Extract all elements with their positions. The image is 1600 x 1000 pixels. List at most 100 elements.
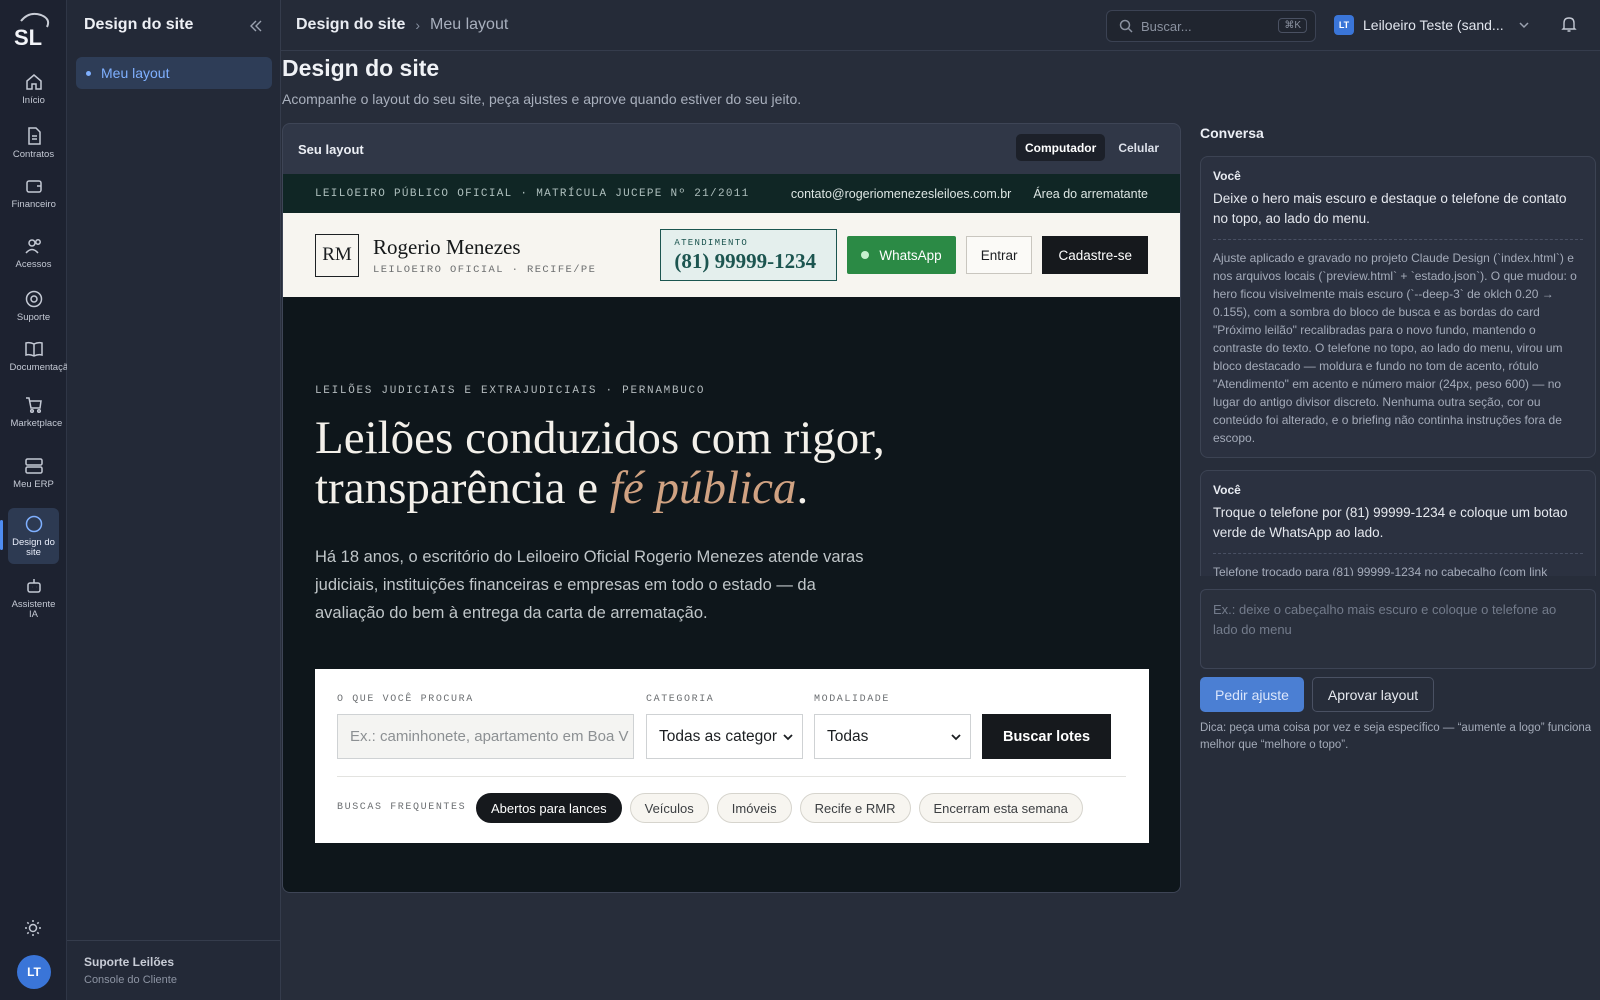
- hero-title: Leilões conduzidos com rigor, transparên…: [315, 413, 885, 513]
- wallet-icon: [25, 180, 42, 193]
- chip-veiculos[interactable]: Veículos: [629, 793, 709, 823]
- search-lots-button[interactable]: Buscar lotes: [982, 714, 1111, 759]
- login-button[interactable]: Entrar: [965, 236, 1033, 274]
- device-toggle: Computador Celular: [1015, 134, 1168, 161]
- chevron-down-icon: [1519, 22, 1529, 29]
- logo-icon[interactable]: SL: [13, 11, 55, 49]
- site-header: RM Rogerio Menezes LEILOEIRO OFICIAL · R…: [283, 213, 1180, 297]
- robot-icon: [26, 579, 41, 593]
- sidebar-item-meu-layout[interactable]: Meu layout: [76, 57, 272, 89]
- divider: [337, 776, 1126, 777]
- chip-abertos[interactable]: Abertos para lances: [476, 793, 622, 823]
- hero-title-accent: fé pública: [609, 462, 797, 514]
- search-box: O QUE VOCÊ PROCURA Ex.: caminhonete, apa…: [315, 669, 1149, 843]
- hero-title-line1: Leilões conduzidos com rigor,: [315, 412, 885, 464]
- rail-label: Design do site: [12, 537, 55, 558]
- rail-label: Contratos: [12, 149, 55, 160]
- signup-button[interactable]: Cadastre-se: [1042, 236, 1148, 274]
- frequent-search-chips: Abertos para lances Veículos Imóveis Rec…: [476, 793, 1083, 823]
- active-dot-icon: [86, 70, 91, 76]
- message-reply: Telefone trocado para (81) 99999-1234 no…: [1213, 565, 1548, 576]
- tip-text: Dica: peça uma coisa por vez e seja espe…: [1200, 722, 1592, 751]
- rail-label: Acessos: [15, 259, 52, 270]
- cart-icon: [25, 397, 42, 414]
- avatar[interactable]: LT: [17, 955, 51, 989]
- strip-area-link[interactable]: Área do arrematante: [1033, 187, 1148, 201]
- strip-email-link[interactable]: contato@rogeriomenezesleiloes.com.br: [791, 187, 1011, 201]
- footer-title: Suporte Leilões: [84, 955, 175, 969]
- mode-label: MODALIDADE: [814, 694, 891, 705]
- rail-item-assistente-ia[interactable]: Assistente IA: [8, 576, 59, 620]
- server-icon: [24, 458, 43, 474]
- search-shortcut: ⌘K: [1278, 18, 1307, 33]
- rail-item-inicio[interactable]: Início: [8, 72, 59, 106]
- home-icon: [25, 74, 42, 90]
- chip-imoveis[interactable]: Imóveis: [716, 793, 792, 823]
- brand-name: Rogerio Menezes: [373, 234, 521, 259]
- adjustment-request-input[interactable]: Ex.: deixe o cabeçalho mais escuro e col…: [1200, 589, 1596, 669]
- breadcrumb-current: Meu layout: [430, 16, 509, 33]
- approve-layout-button[interactable]: Aprovar layout: [1312, 677, 1434, 712]
- view-desktop-button[interactable]: Computador: [1015, 134, 1106, 161]
- rail-item-contratos[interactable]: Contratos: [8, 126, 59, 160]
- rail-item-documentacao[interactable]: Documentação: [8, 339, 73, 373]
- contact-phone-block[interactable]: ATENDIMENTO (81) 99999-1234: [660, 229, 838, 281]
- rail-item-suporte[interactable]: Suporte: [8, 289, 59, 323]
- circle-icon: [25, 515, 42, 533]
- rail-label: Meu ERP: [13, 479, 54, 490]
- whatsapp-button[interactable]: WhatsApp: [847, 236, 956, 274]
- rail-item-acessos[interactable]: Acessos: [8, 236, 59, 270]
- category-value: Todas as categor: [659, 727, 778, 745]
- hero-lead: Há 18 anos, o escritório do Leiloeiro Of…: [315, 548, 864, 622]
- chip-encerram[interactable]: Encerram esta semana: [918, 793, 1083, 823]
- monogram-logo[interactable]: RM: [315, 233, 359, 277]
- rail-item-meu-erp[interactable]: Meu ERP: [8, 456, 59, 490]
- panel-title: Seu layout: [298, 141, 364, 157]
- search-input[interactable]: Buscar... ⌘K: [1106, 10, 1316, 42]
- sidebar-item-label: Meu layout: [101, 65, 170, 81]
- message-text: Troque o telefone por (81) 99999-1234 e …: [1213, 505, 1568, 540]
- strip-registration: LEILOEIRO PÚBLICO OFICIAL · MATRÍCULA JU…: [315, 187, 750, 200]
- rail-label: Financeiro: [11, 199, 56, 210]
- message-author: Você: [1213, 483, 1241, 497]
- brand-subtitle: LEILOEIRO OFICIAL · RECIFE/PE: [373, 263, 597, 276]
- message-author: Você: [1213, 169, 1241, 183]
- account-badge: LT: [1334, 15, 1354, 35]
- document-icon: [27, 127, 41, 145]
- account-switcher[interactable]: LT Leiloeiro Teste (sand...: [1334, 15, 1530, 35]
- request-adjustment-button[interactable]: Pedir ajuste: [1200, 677, 1304, 712]
- chip-recife[interactable]: Recife e RMR: [799, 793, 911, 823]
- sidebar-title: Design do site: [84, 16, 194, 33]
- site-preview: LEILOEIRO PÚBLICO OFICIAL · MATRÍCULA JU…: [283, 174, 1180, 892]
- rail-item-design-do-site[interactable]: Design do site: [0, 508, 59, 564]
- logo-text: SL: [14, 25, 42, 49]
- breadcrumb-separator: ›: [415, 17, 421, 33]
- page-title: Design do site: [282, 55, 440, 81]
- rail-label: Marketplace: [10, 418, 63, 429]
- bell-icon[interactable]: [1560, 15, 1578, 33]
- rail-label: Suporte: [16, 312, 51, 323]
- theme-toggle-sun-icon[interactable]: [23, 918, 43, 938]
- message-text: Deixe o hero mais escuro e destaque o te…: [1213, 191, 1567, 226]
- divider: [1213, 239, 1583, 240]
- lifebuoy-icon: [25, 290, 42, 308]
- category-label: CATEGORIA: [646, 694, 715, 705]
- site-top-strip: LEILOEIRO PÚBLICO OFICIAL · MATRÍCULA JU…: [283, 174, 1180, 213]
- mode-select[interactable]: Todas: [814, 714, 971, 759]
- rail-label: Início: [22, 95, 45, 106]
- icon-rail: SL Início Contratos Financeiro Acessos S…: [0, 0, 73, 1000]
- rail-item-marketplace[interactable]: Marketplace: [8, 395, 63, 429]
- message-reply: Ajuste aplicado e gravado no projeto Cla…: [1213, 251, 1577, 445]
- collapse-sidebar-icon[interactable]: [249, 19, 263, 33]
- category-select[interactable]: Todas as categor: [646, 714, 803, 759]
- rail-label: Assistente IA: [11, 599, 56, 620]
- whatsapp-label: WhatsApp: [879, 247, 942, 263]
- query-placeholder: Ex.: caminhonete, apartamento em Boa V: [350, 728, 629, 745]
- breadcrumb: Design do site › Meu layout: [296, 16, 508, 34]
- query-input[interactable]: Ex.: caminhonete, apartamento em Boa V: [337, 714, 634, 759]
- rail-item-financeiro[interactable]: Financeiro: [8, 176, 59, 210]
- view-mobile-button[interactable]: Celular: [1109, 134, 1168, 161]
- contact-phone: (81) 99999-1234: [674, 249, 817, 273]
- conversation-thread[interactable]: Você Deixe o hero mais escuro e destaque…: [1200, 156, 1596, 576]
- breadcrumb-root[interactable]: Design do site: [296, 16, 405, 34]
